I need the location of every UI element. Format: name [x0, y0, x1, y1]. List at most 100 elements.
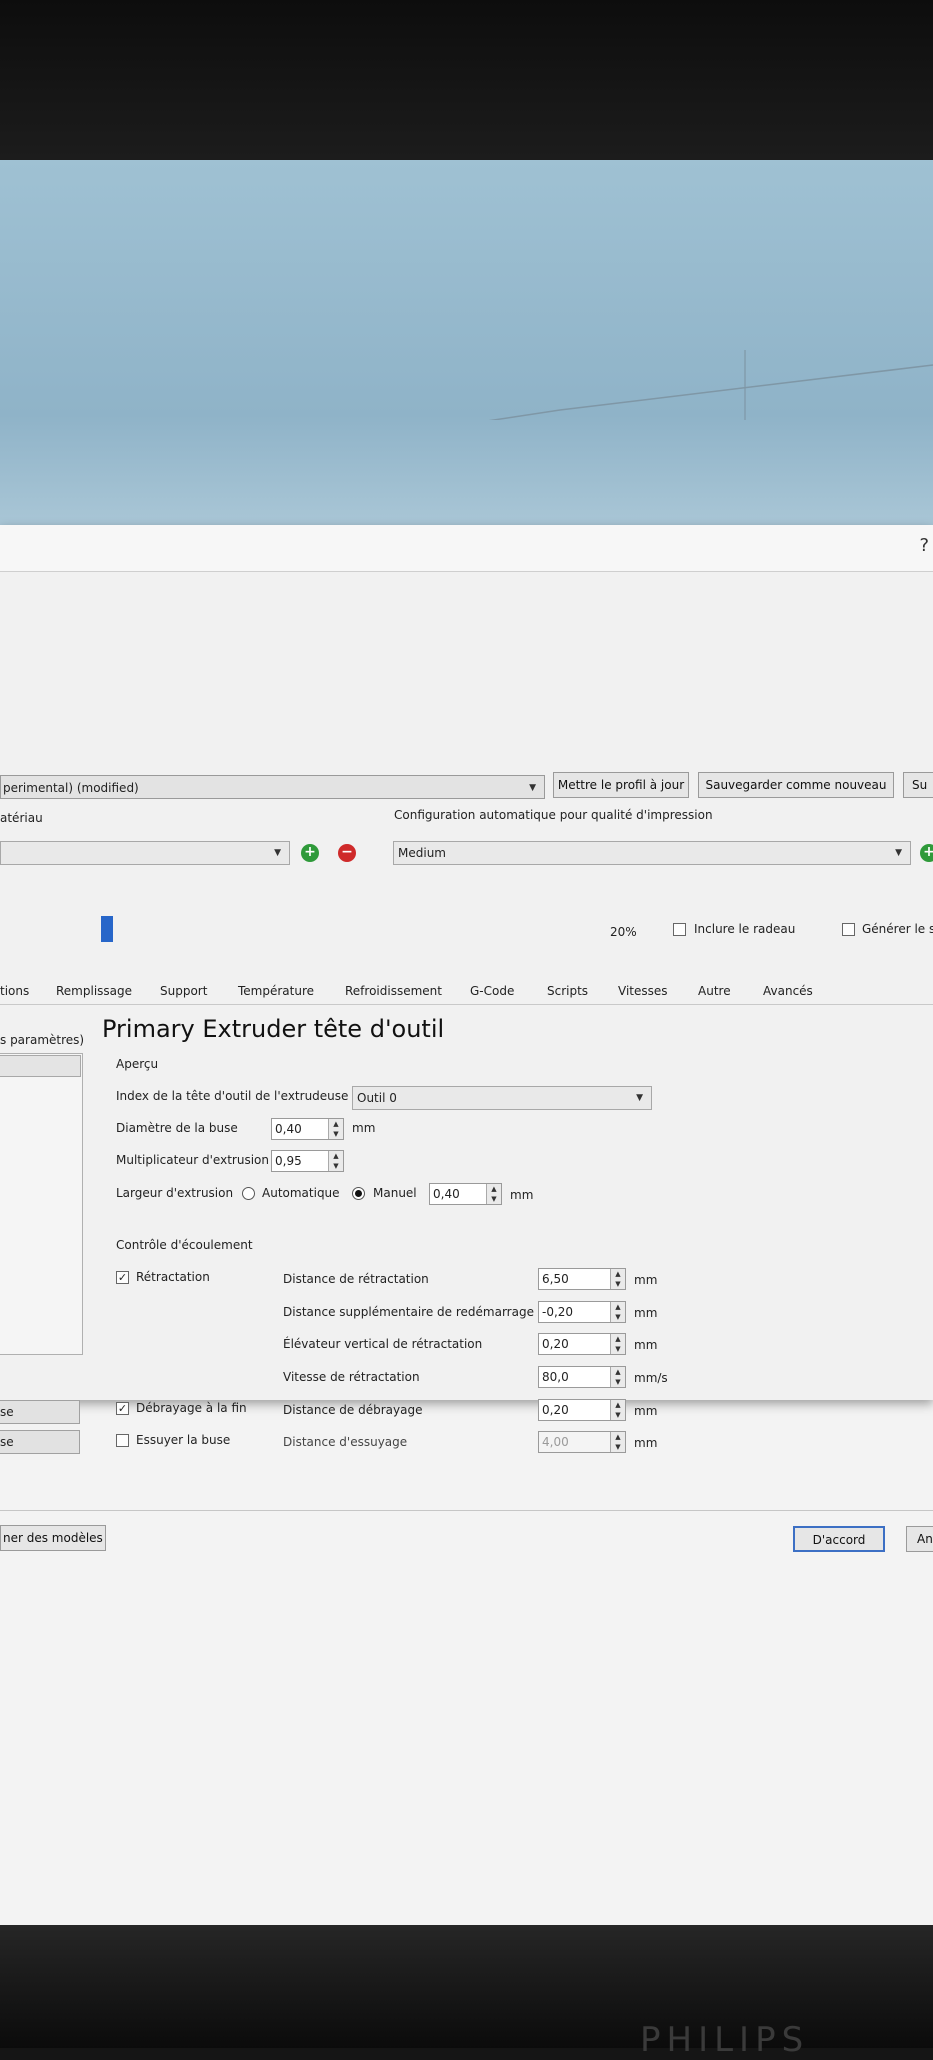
more-button[interactable]: Su [903, 772, 933, 798]
cancel-button[interactable]: An [906, 1526, 933, 1552]
spin-arrows-icon[interactable]: ▲ ▼ [328, 1119, 343, 1139]
add-material-icon[interactable]: + [301, 844, 319, 862]
nozzle-diameter-input[interactable]: 0,40 ▲ ▼ [271, 1118, 344, 1140]
spin-arrows-icon[interactable]: ▲ ▼ [610, 1269, 625, 1289]
retraction-speed-label: Vitesse de rétractation [283, 1370, 420, 1384]
unit-mm: mm [634, 1404, 658, 1418]
auto-config-label: Configuration automatique pour qualité d… [394, 808, 713, 822]
tab-other[interactable]: Autre [698, 984, 731, 998]
arrange-models-button[interactable]: ner des modèles [0, 1525, 106, 1551]
coast-distance-input[interactable]: 0,20 ▲ ▼ [538, 1399, 626, 1421]
vertical-lift-input[interactable]: 0,20 ▲ ▼ [538, 1333, 626, 1355]
monitor-bezel-top [0, 0, 933, 160]
extra-restart-label: Distance supplémentaire de redémarrage [283, 1305, 534, 1319]
left-action-button-1[interactable]: se [0, 1400, 80, 1424]
tab-temperature[interactable]: Température [238, 984, 314, 998]
extrusion-width-input[interactable]: 0,40 ▲ ▼ [429, 1183, 502, 1205]
vertical-lift-value: 0,20 [542, 1337, 569, 1351]
coast-checkbox[interactable]: ✓ [116, 1402, 129, 1415]
tab-advanced[interactable]: Avancés [763, 984, 813, 998]
nozzle-value: 0,40 [275, 1122, 302, 1136]
remove-material-icon[interactable]: − [338, 844, 356, 862]
monitor-bezel-bottom: PHILIPS [0, 1925, 933, 2060]
width-value: 0,40 [433, 1187, 460, 1201]
retraction-distance-input[interactable]: 6,50 ▲ ▼ [538, 1268, 626, 1290]
material-select[interactable]: ▼ [0, 841, 290, 865]
generate-label: Générer le s [862, 922, 933, 936]
auto-radio[interactable] [242, 1187, 255, 1200]
ok-button[interactable]: D'accord [793, 1526, 885, 1552]
unit-mms: mm/s [634, 1371, 668, 1385]
multiplier-input[interactable]: 0,95 ▲ ▼ [271, 1150, 344, 1172]
material-label: atériau [0, 811, 43, 825]
tab-support[interactable]: Support [160, 984, 207, 998]
nozzle-unit: mm [352, 1121, 376, 1135]
spin-arrows-icon[interactable]: ▲ ▼ [328, 1151, 343, 1171]
tab-scripts[interactable]: Scripts [547, 984, 588, 998]
unit-mm: mm [634, 1273, 658, 1287]
vertical-lift-label: Élévateur vertical de rétractation [283, 1337, 483, 1351]
profile-select[interactable]: perimental) (modified) ▼ [0, 775, 545, 799]
coast-distance-value: 0,20 [542, 1403, 569, 1417]
width-unit: mm [510, 1188, 534, 1202]
nozzle-label: Diamètre de la buse [116, 1121, 238, 1135]
tab-options[interactable]: tions [0, 984, 29, 998]
spin-arrows-icon[interactable]: ▲ ▼ [610, 1367, 625, 1387]
retraction-speed-input[interactable]: 80,0 ▲ ▼ [538, 1366, 626, 1388]
infill-slider-handle[interactable] [101, 916, 113, 942]
chevron-down-icon: ▼ [529, 783, 536, 793]
generate-checkbox[interactable] [842, 923, 855, 936]
dialog-titlebar: ? [0, 525, 933, 572]
infill-percent: 20% [610, 925, 637, 939]
extruder-list[interactable] [0, 1053, 83, 1355]
retraction-distance-label: Distance de rétractation [283, 1272, 429, 1286]
tab-cooling[interactable]: Refroidissement [345, 984, 442, 998]
raft-checkbox[interactable] [673, 923, 686, 936]
settings-dialog: ? perimental) (modified) ▼ Mettre le pro… [0, 525, 933, 1552]
monitor-brand-logo: PHILIPS [640, 2020, 810, 2060]
extra-restart-input[interactable]: -0,20 ▲ ▼ [538, 1301, 626, 1323]
viewport-top[interactable] [0, 160, 933, 525]
footer-divider [0, 1510, 933, 1511]
spin-arrows-icon[interactable]: ▲ ▼ [610, 1302, 625, 1322]
left-panel-header: s paramètres) [0, 1033, 85, 1047]
spin-arrows-icon[interactable]: ▲ ▼ [610, 1400, 625, 1420]
profile-value: perimental) (modified) [3, 781, 139, 795]
quality-select[interactable]: Medium ▼ [393, 841, 911, 865]
spin-arrows-icon[interactable]: ▲ ▼ [610, 1334, 625, 1354]
coast-distance-label: Distance de débrayage [283, 1403, 423, 1417]
tab-gcode[interactable]: G-Code [470, 984, 514, 998]
retraction-checkbox[interactable]: ✓ [116, 1271, 129, 1284]
help-button[interactable]: ? [919, 535, 929, 556]
wipe-distance-value: 4,00 [542, 1435, 569, 1449]
apercu-title: Aperçu [116, 1057, 159, 1071]
wipe-label: Essuyer la buse [136, 1433, 231, 1447]
section-title: Primary Extruder tête d'outil [102, 1015, 445, 1043]
manual-label: Manuel [373, 1186, 417, 1200]
manual-radio[interactable] [352, 1187, 365, 1200]
add-quality-icon[interactable]: + [920, 844, 933, 862]
tab-speeds[interactable]: Vitesses [618, 984, 668, 998]
unit-mm: mm [634, 1436, 658, 1450]
chevron-down-icon: ▼ [274, 848, 281, 858]
retraction-distance-value: 6,50 [542, 1272, 569, 1286]
extruder-list-item[interactable] [0, 1055, 81, 1077]
tool-index-label: Index de la tête d'outil de l'extrudeuse [116, 1089, 349, 1103]
tab-infill[interactable]: Remplissage [56, 984, 132, 998]
wipe-distance-label: Distance d'essuyage [283, 1435, 408, 1449]
extra-restart-value: -0,20 [542, 1305, 574, 1319]
multiplier-value: 0,95 [275, 1154, 302, 1168]
raft-label: Inclure le radeau [694, 922, 796, 936]
left-action-button-2[interactable]: se [0, 1430, 80, 1454]
flow-title: Contrôle d'écoulement [116, 1238, 253, 1252]
spin-arrows-icon[interactable]: ▲ ▼ [610, 1432, 625, 1452]
spin-arrows-icon[interactable]: ▲ ▼ [486, 1184, 501, 1204]
chevron-down-icon: ▼ [895, 848, 902, 858]
update-profile-button[interactable]: Mettre le profil à jour [553, 772, 689, 798]
wipe-distance-input[interactable]: 4,00 ▲ ▼ [538, 1431, 626, 1453]
tool-index-select[interactable]: Outil 0 ▼ [352, 1086, 652, 1110]
chevron-down-icon: ▼ [636, 1093, 643, 1103]
auto-label: Automatique [262, 1186, 340, 1200]
save-as-new-button[interactable]: Sauvegarder comme nouveau [698, 772, 894, 798]
wipe-checkbox[interactable] [116, 1434, 129, 1447]
